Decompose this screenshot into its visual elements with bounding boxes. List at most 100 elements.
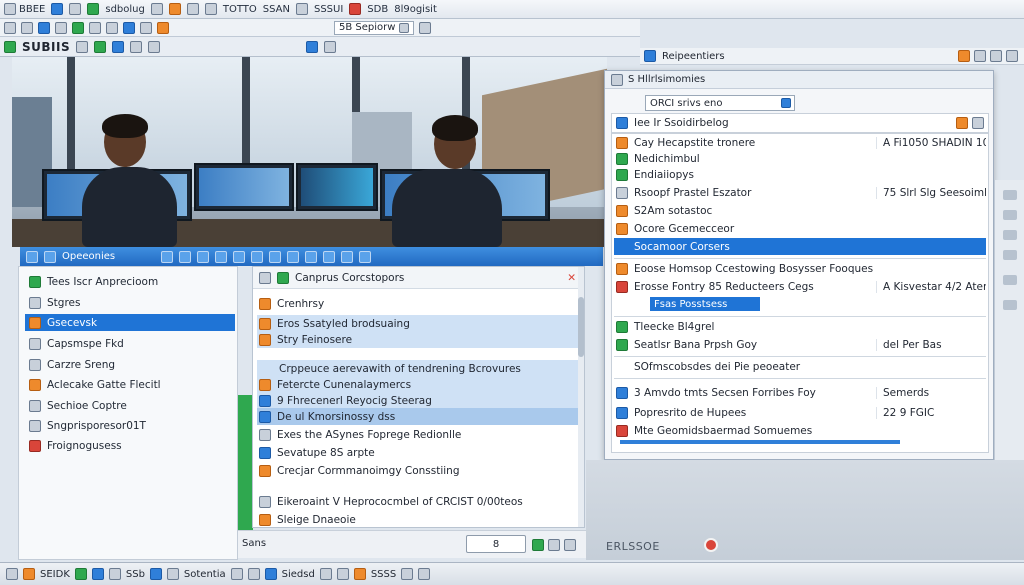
alert-icon[interactable] xyxy=(956,117,968,129)
more-icon[interactable] xyxy=(359,250,372,263)
panel-icon[interactable] xyxy=(1003,230,1017,240)
table-row[interactable]: S2Am sotastoc xyxy=(614,202,986,219)
nav-item-2[interactable]: Gsecevsk xyxy=(25,314,235,331)
settings-icon[interactable] xyxy=(324,40,337,53)
window-icon[interactable] xyxy=(44,250,56,263)
mail-icon[interactable] xyxy=(91,568,104,580)
taskbar-item-3[interactable]: Siedsd xyxy=(282,569,315,580)
folder-icon[interactable] xyxy=(51,3,64,15)
search-field[interactable]: 5B Sepiorw xyxy=(334,20,415,35)
table-row[interactable]: Popresrito de Hupees 22 9 FGIC xyxy=(614,404,986,421)
panel-icon[interactable] xyxy=(1003,275,1017,285)
table-row-selected[interactable]: Socamoor Corsers xyxy=(614,238,986,255)
table-row[interactable]: Eoose Homsop Ccestowing Bosysser Fooques xyxy=(614,260,986,277)
toolbar-item-5[interactable]: SDB xyxy=(367,4,388,15)
table-row[interactable]: Rsoopf Prastel Eszator 75 Slrl Slg Seesoi… xyxy=(614,184,986,201)
list-item[interactable]: Crecjar Cormmanoimgy Consstiing xyxy=(257,462,582,479)
list-item[interactable]: Crppeuce aerevawith of tendrening Bcrovu… xyxy=(257,360,582,377)
gear-icon[interactable] xyxy=(168,3,181,15)
close-window-icon[interactable] xyxy=(1006,50,1018,62)
sync-icon[interactable] xyxy=(72,21,84,34)
refresh-icon[interactable] xyxy=(87,3,100,15)
table-row[interactable]: Ocore Gcemecceor xyxy=(614,220,986,237)
list-item[interactable]: Stry Feinosere xyxy=(257,331,582,348)
calendar-icon[interactable] xyxy=(108,568,121,580)
toolbar-item-2[interactable]: TOTTO xyxy=(223,4,257,15)
star-icon[interactable] xyxy=(161,250,174,263)
app-icon[interactable] xyxy=(336,568,349,580)
layout-icon[interactable] xyxy=(233,250,246,263)
tool-icon[interactable] xyxy=(197,250,210,263)
table-row[interactable]: Erosse Fontry 85 Reducteers Cegs A Kisves… xyxy=(614,278,986,295)
toolbar-item-1[interactable]: sdbolug xyxy=(105,4,145,15)
toolbar-item-6[interactable]: 8l9ogisit xyxy=(394,4,437,15)
list-item[interactable]: De ul Kmorsinossy dss xyxy=(257,408,582,425)
taskbar-item-1[interactable]: SSb xyxy=(126,569,145,580)
table-row[interactable]: Endiaiiopys xyxy=(614,166,986,183)
browser-icon[interactable] xyxy=(74,568,87,580)
app-icon[interactable] xyxy=(166,568,179,580)
minimize-icon[interactable] xyxy=(974,50,986,62)
footer-button[interactable]: 8 xyxy=(466,535,526,553)
scrollbar-thumb[interactable] xyxy=(578,297,584,357)
taskbar-item-2[interactable]: Sotentia xyxy=(184,569,226,580)
app-icon[interactable] xyxy=(264,568,277,580)
nav-item-6[interactable]: Sechioe Coptre xyxy=(25,397,235,414)
menu-icon[interactable] xyxy=(76,40,89,53)
redo-icon[interactable] xyxy=(148,40,161,53)
list-icon[interactable] xyxy=(150,3,163,15)
copy-icon[interactable] xyxy=(55,21,67,34)
undo-icon[interactable] xyxy=(130,40,143,53)
nav-item-0[interactable]: Tees Iscr Anprecioom xyxy=(25,273,235,290)
panel-icon[interactable] xyxy=(1003,300,1017,310)
folder-icon[interactable] xyxy=(149,568,162,580)
taskbar-item-0[interactable]: SEIDK xyxy=(40,569,70,580)
list-item[interactable]: Sevatupe 8S arpte xyxy=(257,444,582,461)
explorer-icon[interactable] xyxy=(23,568,35,580)
nav-item-8[interactable]: Froignogusess xyxy=(25,437,235,454)
view-icon[interactable] xyxy=(123,21,135,34)
list-item[interactable]: Eikeroaint V Heprococmbel of CRCIST 0/00… xyxy=(257,493,582,510)
link-icon[interactable] xyxy=(305,250,318,263)
dialog-search-field[interactable]: ORCI srivs eno xyxy=(645,95,795,111)
table-row[interactable]: Mte Geomidsbaermad Somuemes xyxy=(614,422,986,439)
table-row[interactable]: Nedichimbul xyxy=(614,150,986,167)
scrollbar[interactable] xyxy=(578,267,584,527)
nav-item-7[interactable]: Sngprisporesor01T xyxy=(25,417,235,434)
list-item[interactable]: Sleige Dnaeoie xyxy=(257,511,582,528)
start-icon[interactable] xyxy=(6,568,18,580)
app-icon[interactable] xyxy=(401,568,414,580)
close-icon[interactable] xyxy=(419,21,432,34)
sort-icon[interactable] xyxy=(140,21,152,34)
taskbar-item-4[interactable]: SSSS xyxy=(371,569,396,580)
table-row[interactable]: Seatlsr Bana Prpsh Goy del Per Bas xyxy=(614,336,986,353)
record-icon[interactable] xyxy=(704,538,718,552)
home-icon[interactable] xyxy=(38,21,50,34)
user-icon[interactable] xyxy=(341,250,354,263)
table-row[interactable]: 3 Amvdo tmts Secsen Forribes Foy Semerds xyxy=(614,384,986,401)
camera-icon[interactable] xyxy=(295,3,308,15)
cut-icon[interactable] xyxy=(89,21,101,34)
panel-icon[interactable] xyxy=(1003,250,1017,260)
grid-icon[interactable] xyxy=(69,3,82,15)
close-icon[interactable] xyxy=(349,3,362,15)
share-icon[interactable] xyxy=(215,250,228,263)
maximize-icon[interactable] xyxy=(990,50,1002,62)
cloud-icon[interactable] xyxy=(323,250,336,263)
app-icon[interactable] xyxy=(319,568,332,580)
clock-icon[interactable] xyxy=(179,250,192,263)
forward-icon[interactable] xyxy=(21,21,33,34)
paste-icon[interactable] xyxy=(106,21,118,34)
panel-icon[interactable] xyxy=(1003,190,1017,200)
filter-icon[interactable] xyxy=(269,250,282,263)
list-item[interactable]: Fetercte Cunenalaymercs xyxy=(257,376,582,393)
table-icon[interactable] xyxy=(287,250,300,263)
menu-icon[interactable] xyxy=(26,250,38,263)
list-item[interactable]: Crenhrsy xyxy=(257,295,582,312)
power-icon[interactable] xyxy=(204,3,217,15)
list-item[interactable]: Exes the ASynes Foprege Redionlle xyxy=(257,426,582,443)
list-item[interactable]: 9 Fhrecenerl Reyocig Steerag xyxy=(257,392,582,409)
sub-selection[interactable]: Fsas Posstsess xyxy=(650,297,760,311)
expand-icon[interactable] xyxy=(259,271,271,284)
toolbar-item-3[interactable]: SSAN xyxy=(263,4,290,15)
